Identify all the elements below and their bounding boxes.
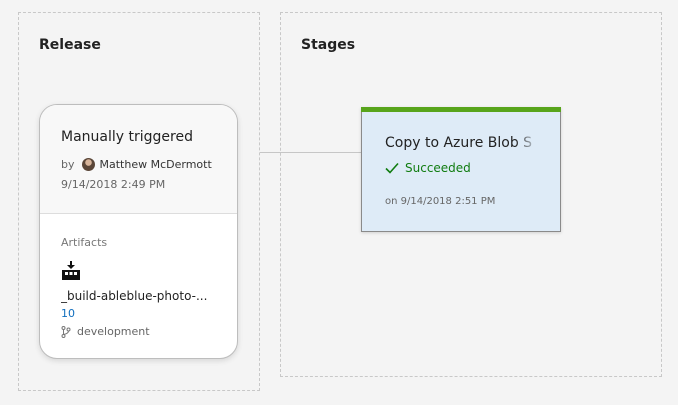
stage-name[interactable]: Copy to Azure Blob S [385,135,539,151]
stage-status-label: Succeeded [405,161,471,175]
release-section-title: Release [39,37,101,53]
trigger-by: by Matthew McDermott [61,158,212,171]
build-icon [62,261,80,280]
artifact-branch: development [61,325,150,338]
release-card[interactable]: Manually triggered by Matthew McDermott … [39,104,238,359]
check-icon [385,162,399,174]
stage-status-bar [361,107,561,112]
avatar [81,158,95,171]
release-pipeline-canvas: Release Stages Manually triggered by Mat… [0,0,678,405]
stage-date: on 9/14/2018 2:51 PM [385,196,496,207]
stages-section-title: Stages [301,37,356,53]
artifact-branch-label: development [77,325,150,338]
artifact-version[interactable]: 10 [61,307,75,320]
trigger-author: Matthew McDermott [99,158,212,171]
artifact-name[interactable]: _build-ableblue-photo-... [61,289,231,303]
stage-status[interactable]: Succeeded [385,161,471,175]
stage-card[interactable]: Copy to Azure Blob S Succeeded on 9/14/2… [361,107,561,232]
branch-icon [61,325,71,338]
trigger-info[interactable]: Manually triggered by Matthew McDermott … [40,105,237,214]
pipeline-connector [260,152,361,153]
trigger-date: 9/14/2018 2:49 PM [61,178,166,191]
artifacts-label: Artifacts [61,236,108,249]
trigger-title: Manually triggered [61,129,193,145]
trigger-by-prefix: by [61,158,75,171]
